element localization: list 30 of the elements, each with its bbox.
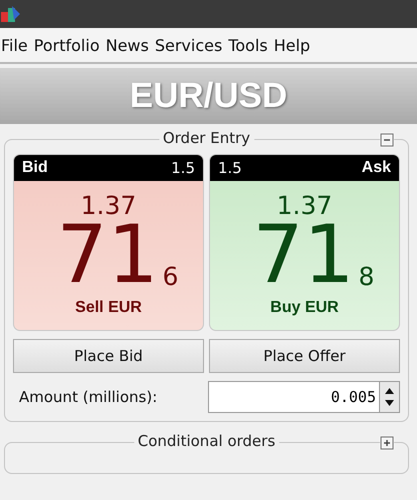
spin-arrows-icon[interactable] [379, 381, 400, 413]
menu-item[interactable]: News [104, 36, 154, 54]
quote-size: 1.5 [218, 159, 242, 177]
bid-price-tile[interactable]: Bid 1.5 1.37 71 6 Sell EUR [13, 154, 204, 331]
pips: 71 [252, 219, 354, 291]
quote-label: Ask [362, 159, 391, 177]
group-title: Order Entry [158, 129, 254, 147]
quote-label: Bid [22, 159, 48, 177]
menu-item[interactable]: Services [154, 36, 228, 54]
place-offer-button[interactable]: Place Offer [209, 339, 400, 373]
amount-label: Amount (millions): [18, 388, 158, 406]
place-bid-button[interactable]: Place Bid [13, 339, 204, 373]
ask-price-tile[interactable]: 1.5 Ask 1.37 71 8 Buy EUR [209, 154, 400, 331]
collapse-icon[interactable] [380, 133, 394, 147]
big-figure: 1.37 [276, 193, 332, 219]
trade-action: Sell EUR [75, 299, 142, 317]
menu-item[interactable]: Help [272, 36, 316, 54]
app-icon [0, 4, 22, 24]
menu-item[interactable]: Portfolio [32, 36, 105, 54]
pips: 71 [56, 219, 158, 291]
menu-item[interactable]: File [0, 36, 33, 54]
menu-item[interactable]: Tools [227, 36, 273, 54]
trade-action: Buy EUR [270, 299, 339, 317]
amount-field[interactable]: 0.005 [208, 381, 379, 413]
big-figure: 1.37 [80, 193, 136, 219]
expand-icon[interactable] [380, 436, 394, 450]
fractional-pip: 6 [162, 263, 178, 291]
quote-size: 1.5 [171, 159, 195, 177]
instrument-title: EUR/USD [130, 76, 288, 116]
fractional-pip: 8 [358, 263, 374, 291]
